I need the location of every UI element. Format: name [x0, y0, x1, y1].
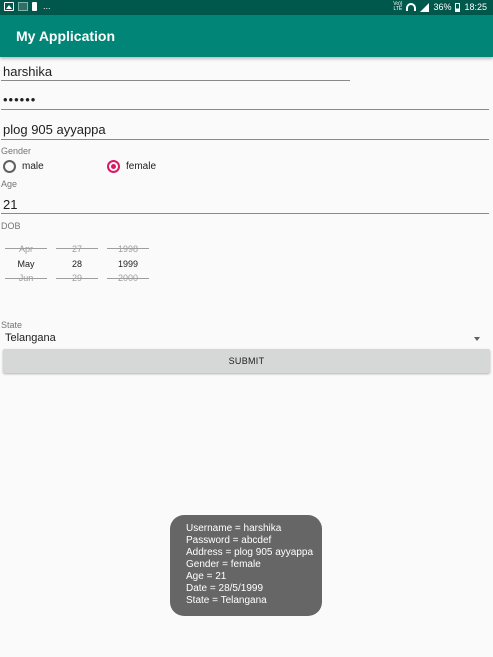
month-prev[interactable]: Apr — [5, 244, 47, 254]
lte-indicator: Vo)) LTE — [393, 2, 402, 12]
toast-line: Gender = female — [186, 559, 261, 570]
day-divider-bottom — [56, 278, 98, 279]
year-selected[interactable]: 1999 — [107, 259, 149, 269]
toast-line: Username = harshika — [186, 523, 282, 534]
year-picker[interactable]: 1998 1999 2000 — [107, 242, 149, 284]
app-icon — [18, 2, 28, 11]
app-title: My Application — [16, 28, 116, 44]
username-input[interactable]: harshika — [3, 64, 52, 79]
toast-line: Age = 21 — [186, 571, 227, 582]
app-bar: My Application — [0, 15, 493, 57]
key-icon — [32, 2, 37, 11]
radio-checked-icon — [107, 160, 120, 173]
age-input[interactable]: 21 — [3, 197, 17, 212]
toast-line: Address = plog 905 ayyappa — [186, 547, 314, 558]
submit-button[interactable]: SUBMIT — [3, 349, 490, 373]
password-underline — [1, 109, 489, 110]
state-label: State — [1, 320, 23, 330]
month-divider-bottom — [5, 278, 47, 279]
year-divider-bottom — [107, 278, 149, 279]
gender-male-label: male — [22, 161, 44, 172]
radio-unchecked-icon — [3, 160, 16, 173]
address-underline — [1, 139, 489, 140]
age-underline — [1, 213, 489, 214]
dropdown-arrow-icon[interactable] — [474, 337, 480, 341]
day-divider-top — [56, 248, 98, 249]
state-spinner[interactable]: Telangana — [5, 332, 56, 344]
battery-percent: 36% — [433, 2, 452, 12]
signal-icon — [420, 2, 430, 12]
toast-line: State = Telangana — [186, 595, 267, 606]
status-right: Vo)) LTE 36% 18:25 — [393, 2, 487, 13]
year-prev[interactable]: 1998 — [107, 244, 149, 254]
day-prev[interactable]: 27 — [56, 244, 98, 254]
address-input[interactable]: plog 905 ayyappa — [3, 122, 106, 137]
month-divider-top — [5, 248, 47, 249]
wifi-icon — [406, 3, 417, 11]
username-underline — [1, 80, 350, 81]
status-left: ... — [4, 2, 51, 11]
year-divider-top — [107, 248, 149, 249]
day-picker[interactable]: 27 28 29 — [56, 242, 98, 284]
toast-line: Password = abcdef — [186, 535, 272, 546]
dob-label: DOB — [1, 221, 21, 231]
gender-female-label: female — [126, 161, 157, 172]
lte-text: LTE — [393, 6, 403, 12]
status-bar: ... Vo)) LTE 36% 18:25 — [0, 0, 493, 15]
age-label: Age — [1, 179, 18, 189]
image-icon — [4, 2, 14, 11]
battery-icon — [455, 2, 461, 12]
toast-line: Date = 28/5/1999 — [186, 583, 264, 594]
clock: 18:25 — [464, 2, 487, 12]
gender-male-radio[interactable]: male — [3, 160, 44, 173]
more-notifications: ... — [43, 1, 51, 11]
gender-label: Gender — [1, 146, 32, 156]
month-selected[interactable]: May — [5, 259, 47, 269]
gender-female-radio[interactable]: female — [107, 160, 156, 173]
password-input[interactable]: •••••• — [3, 92, 36, 107]
month-picker[interactable]: Apr May Jun — [5, 242, 47, 284]
toast-message: Username = harshika Password = abcdef Ad… — [170, 515, 322, 616]
day-selected[interactable]: 28 — [56, 259, 98, 269]
